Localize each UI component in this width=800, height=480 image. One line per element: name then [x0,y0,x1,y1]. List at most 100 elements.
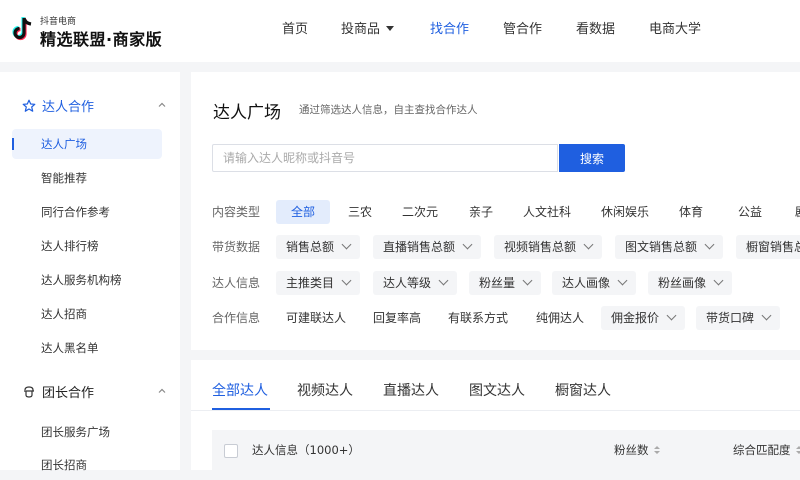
content-type-option[interactable]: 体育 [669,200,713,224]
talent-dropdown[interactable]: 粉丝画像 [648,271,732,295]
douyin-logo-icon [10,16,36,44]
nav-promote-products-label: 投商品 [341,22,380,37]
table-header: 达人信息（1000+） 粉丝数 综合匹配度 [212,430,800,470]
dropdown-label: 粉丝画像 [658,276,706,290]
sidebar-item-agency-ranking[interactable]: 达人服务机构榜 [12,265,162,295]
search-input[interactable] [212,144,558,172]
filter-label: 内容类型 [212,200,260,224]
sidebar-item-leader-recruit[interactable]: 团长招商 [12,450,162,480]
talent-dropdown[interactable]: 达人等级 [373,271,457,295]
filter-label: 带货数据 [212,235,260,259]
chevron-down-icon [342,240,352,250]
sidebar-item-talent-square[interactable]: 达人广场 [12,129,162,159]
sidebar-item-talent-ranking[interactable]: 达人排行榜 [12,231,162,261]
dropdown-label: 橱窗销售总 [746,240,800,254]
dropdown-label: 视频销售总额 [504,240,576,254]
chevron-down-icon [342,276,352,286]
column-label: 综合匹配度 [733,443,791,457]
sidebar-group-leader-cooperation[interactable]: 团长合作 [22,382,94,401]
column-match-score[interactable]: 综合匹配度 [733,430,800,470]
dropdown-label: 带货口碑 [706,311,754,325]
caret-down-icon [386,26,394,31]
content-type-option[interactable]: 人文社科 [513,200,581,224]
content-type-option[interactable]: 全部 [276,200,330,224]
coop-dropdown[interactable]: 带货口碑 [696,306,780,330]
filter-label: 达人信息 [212,271,260,295]
sales-dropdown[interactable]: 橱窗销售总 [736,235,800,259]
tab-live-talents[interactable]: 直播达人 [383,380,439,400]
chevron-down-icon [762,311,772,321]
chevron-down-icon [618,276,628,286]
dropdown-label: 销售总额 [286,240,334,254]
select-all-checkbox[interactable] [224,444,238,458]
coop-option[interactable]: 可建联达人 [276,306,356,330]
sidebar-group-talent-cooperation[interactable]: 达人合作 [22,96,94,115]
chevron-down-icon [714,276,724,286]
nav-home[interactable]: 首页 [282,0,308,62]
page-subtitle: 通过筛选达人信息，自主查找合作达人 [299,102,478,117]
content-type-option[interactable]: 二次元 [392,200,448,224]
leader-icon [22,385,36,399]
brand-logo[interactable]: 抖音电商 精选联盟·商家版 [10,10,160,50]
dropdown-label: 达人等级 [383,276,431,290]
dropdown-label: 佣金报价 [611,311,659,325]
coop-dropdown[interactable]: 佣金报价 [601,306,685,330]
content-type-option[interactable]: 休闲娱乐 [591,200,659,224]
sort-icon [653,445,661,455]
nav-find-cooperation[interactable]: 找合作 [430,0,469,62]
tab-divider [191,410,800,411]
sidebar-item-peer-reference[interactable]: 同行合作参考 [12,197,162,227]
dropdown-label: 粉丝量 [479,276,515,290]
sales-dropdown[interactable]: 销售总额 [276,235,360,259]
sidebar-item-smart-recommend[interactable]: 智能推荐 [12,163,162,193]
filter-panel: 达人广场 通过筛选达人信息，自主查找合作达人 搜索 内容类型 全部 三农 二次元… [191,72,800,350]
coop-option[interactable]: 有联系方式 [438,306,518,330]
sidebar-item-leader-service-square[interactable]: 团长服务广场 [12,417,162,447]
dropdown-label: 图文销售总额 [625,240,697,254]
nav-view-data[interactable]: 看数据 [576,0,615,62]
talent-dropdown[interactable]: 粉丝量 [469,271,541,295]
talent-dropdown[interactable]: 达人画像 [552,271,636,295]
chevron-up-icon[interactable] [158,387,166,395]
nav-manage-cooperation[interactable]: 管合作 [503,0,542,62]
content-type-option[interactable]: 三农 [338,200,382,224]
sidebar-item-talent-recruit[interactable]: 达人招商 [12,299,162,329]
nav-promote-products[interactable]: 投商品 [341,0,394,62]
tab-text-talents[interactable]: 图文达人 [469,380,525,400]
chevron-down-icon [584,240,594,250]
dropdown-label: 主推类目 [286,276,334,290]
sidebar-group-label: 达人合作 [42,100,94,115]
tab-showcase-talents[interactable]: 橱窗达人 [555,380,611,400]
tab-all-talents[interactable]: 全部达人 [212,380,268,400]
filter-label: 合作信息 [212,306,260,330]
content-type-option[interactable]: 剧 [785,200,800,224]
top-bar: 抖音电商 精选联盟·商家版 首页 投商品 找合作 管合作 看数据 电商大学 [0,0,800,62]
content-type-option[interactable]: 公益 [728,200,772,224]
chevron-down-icon [705,240,715,250]
chevron-down-icon [667,311,677,321]
chevron-down-icon [463,240,473,250]
coop-option[interactable]: 回复率高 [363,306,431,330]
sidebar-group-label: 团长合作 [42,386,94,401]
sidebar: 达人合作 达人广场 智能推荐 同行合作参考 达人排行榜 达人服务机构榜 达人招商… [0,72,180,470]
page-title: 达人广场 [213,98,281,123]
dropdown-label: 达人画像 [562,276,610,290]
sales-dropdown[interactable]: 直播销售总额 [373,235,481,259]
tab-video-talents[interactable]: 视频达人 [297,380,353,400]
sales-dropdown[interactable]: 视频销售总额 [494,235,602,259]
column-label: 粉丝数 [614,443,649,457]
coop-option[interactable]: 纯佣达人 [526,306,594,330]
results-panel: 全部达人 视频达人 直播达人 图文达人 橱窗达人 达人信息（1000+） 粉丝数… [191,360,800,470]
talent-dropdown[interactable]: 主推类目 [276,271,360,295]
chevron-up-icon[interactable] [158,101,166,109]
chevron-down-icon [523,276,533,286]
sidebar-item-blacklist[interactable]: 达人黑名单 [12,333,162,363]
column-fans[interactable]: 粉丝数 [614,430,661,470]
content-type-option[interactable]: 亲子 [459,200,503,224]
brand-name: 精选联盟·商家版 [40,26,162,50]
search-button[interactable]: 搜索 [559,144,625,172]
sort-icon [795,445,800,455]
nav-ecommerce-university[interactable]: 电商大学 [649,0,701,62]
sales-dropdown[interactable]: 图文销售总额 [615,235,723,259]
active-tab-indicator [212,408,270,410]
